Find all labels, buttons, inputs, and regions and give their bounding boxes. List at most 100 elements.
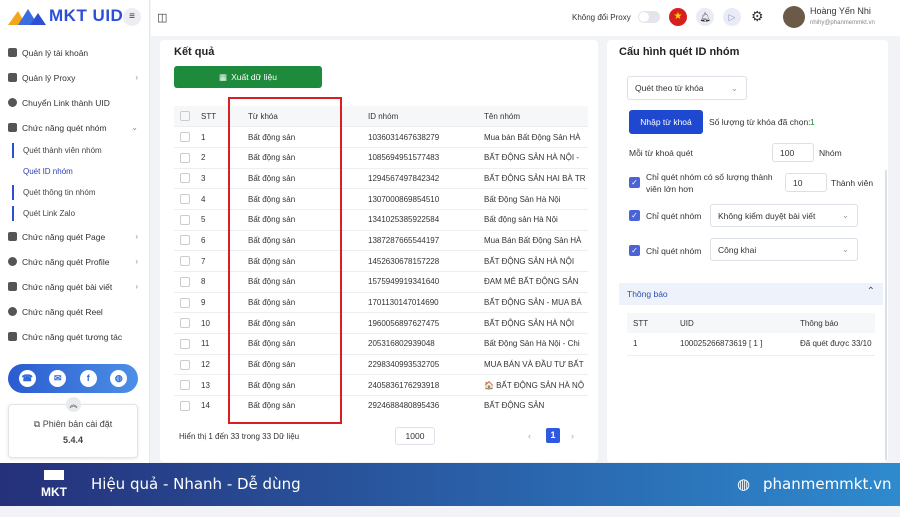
sidebar-subitem-group-members[interactable]: Quét thành viên nhóm	[0, 140, 150, 161]
sidebar-item-profile-scan[interactable]: Chức năng quét Profile ›	[0, 249, 150, 274]
sidebar-item-link-uid[interactable]: Chuyển Link thành UID	[0, 90, 150, 115]
sidebar-item-group-scan[interactable]: Chức năng quét nhóm ⌄	[0, 115, 150, 140]
cell-group-id: 1960056897627475	[362, 312, 478, 335]
bell-icon[interactable]: 🔔︎	[696, 8, 714, 26]
row-checkbox-cell[interactable]	[174, 292, 195, 314]
next-page-button[interactable]: ›	[571, 431, 574, 441]
page-size-input[interactable]: 1000	[395, 427, 435, 445]
notify-header[interactable]: Thông báo ⌃	[619, 283, 883, 305]
logo-text: MKT UID	[49, 6, 124, 25]
prev-page-button[interactable]: ‹	[528, 431, 531, 441]
messenger-icon[interactable]: ✉	[49, 370, 67, 387]
sidebar-item-proxy[interactable]: Quản lý Proxy ›	[0, 65, 150, 90]
cell-group-name: Bất Động Sản Hà Nội	[478, 188, 588, 210]
row-checkbox[interactable]	[180, 400, 190, 411]
row-checkbox-cell[interactable]	[174, 374, 195, 397]
proxy-toggle[interactable]	[638, 11, 660, 23]
cell-group-name: BẤT ĐỘNG SẢN HÀ NỘI	[478, 250, 588, 272]
play-icon[interactable]: ▷	[723, 8, 741, 26]
sidebar-item-reel-scan[interactable]: Chức năng quét Reel	[0, 299, 150, 324]
layout-toggle-icon[interactable]: ◫	[157, 11, 167, 24]
row-checkbox[interactable]	[180, 256, 190, 267]
group-icon	[8, 123, 17, 132]
cell-group-id: 1701130147014690	[362, 292, 478, 314]
privacy-filter-checkbox[interactable]: ✓	[629, 245, 640, 256]
min-members-checkbox[interactable]: ✓	[629, 177, 640, 188]
label: Chức năng quét Profile	[22, 256, 110, 267]
row-checkbox-cell[interactable]	[174, 395, 195, 416]
menu-toggle-button[interactable]: ≡	[123, 8, 141, 26]
row-checkbox-cell[interactable]	[174, 271, 195, 293]
chevron-up-icon: ⌃	[866, 286, 875, 297]
export-button[interactable]: ▦ Xuất dữ liệu	[174, 66, 322, 88]
sidebar-item-page-scan[interactable]: Chức năng quét Page ›	[0, 224, 150, 249]
privacy-filter-label: Chỉ quét nhóm	[646, 246, 702, 256]
post-icon	[8, 282, 17, 291]
row-checkbox[interactable]	[180, 318, 190, 329]
row-checkbox[interactable]	[180, 297, 190, 308]
cell-group-name: BẤT ĐỘNG SẢN	[478, 395, 588, 416]
sidebar-subitem-group-id[interactable]: Quét ID nhóm	[0, 161, 150, 182]
privacy-filter-select[interactable]: Công khai	[710, 238, 858, 261]
row-checkbox[interactable]	[180, 132, 190, 143]
chevron-up-icon[interactable]: ︽	[66, 397, 81, 412]
link-icon	[8, 98, 17, 107]
support-icon[interactable]: ☎	[18, 370, 36, 387]
chevron-right-icon: ›	[135, 232, 138, 241]
cell-group-name: MUA BÁN VÀ ĐẦU TƯ BẤT	[478, 354, 588, 376]
row-checkbox-cell[interactable]	[174, 168, 195, 190]
globe-icon[interactable]: ◍	[110, 370, 128, 387]
sidebar-item-accounts[interactable]: Quản lý tài khoản	[0, 40, 150, 65]
col-group-name[interactable]: Tên nhóm	[478, 106, 588, 128]
cell-group-name: 🏠 BẤT ĐỘNG SẢN HÀ NỘ	[478, 374, 588, 397]
footer-website[interactable]: phanmemmkt.vn	[763, 475, 892, 493]
row-checkbox[interactable]	[180, 338, 190, 349]
facebook-icon[interactable]: f	[79, 370, 97, 387]
cell-group-id: 2924688480895436	[362, 395, 478, 416]
sidebar-subitem-zalo-link[interactable]: Quét Link Zalo	[0, 203, 150, 224]
row-checkbox[interactable]	[180, 235, 190, 246]
import-keywords-button[interactable]: Nhập từ khoá	[629, 110, 703, 134]
row-checkbox[interactable]	[180, 380, 190, 391]
per-keyword-input[interactable]: 100	[772, 143, 814, 162]
notify-stt: 1	[633, 339, 638, 349]
gear-icon[interactable]: ⚙	[751, 8, 764, 25]
approval-filter-select[interactable]: Không kiểm duyệt bài viết	[710, 204, 858, 227]
row-checkbox-cell[interactable]	[174, 126, 195, 148]
cell-group-id: 2298340993532705	[362, 354, 478, 376]
min-members-input[interactable]: 10	[785, 173, 827, 192]
label: Chức năng quét nhóm	[22, 122, 107, 133]
row-checkbox-cell[interactable]	[174, 209, 195, 231]
globe-icon: ◍	[737, 476, 751, 493]
approval-filter-checkbox[interactable]: ✓	[629, 210, 640, 221]
sidebar-item-interaction-scan[interactable]: Chức năng quét tương tác	[0, 324, 150, 349]
row-checkbox-cell[interactable]	[174, 188, 195, 210]
scan-mode-select[interactable]: Quét theo từ khóa	[627, 76, 747, 100]
config-scrollbar[interactable]	[885, 170, 887, 460]
row-checkbox[interactable]	[180, 152, 190, 163]
row-checkbox[interactable]	[180, 359, 190, 370]
row-checkbox[interactable]	[180, 194, 190, 205]
notify-message: Đã quét được 33/10	[800, 339, 872, 349]
sidebar-subitem-group-info[interactable]: Quét thông tin nhóm	[0, 182, 150, 203]
row-checkbox-cell[interactable]	[174, 333, 195, 355]
vietnam-flag-icon[interactable]: ★	[669, 8, 687, 26]
interaction-icon	[8, 332, 17, 341]
avatar[interactable]	[783, 6, 805, 28]
sidebar-item-post-scan[interactable]: Chức năng quét bài viết ›	[0, 274, 150, 299]
row-checkbox-cell[interactable]	[174, 147, 195, 169]
row-checkbox[interactable]	[180, 276, 190, 287]
row-checkbox[interactable]	[180, 214, 190, 225]
cell-group-id: 2405836176293918	[362, 374, 478, 397]
select-all-checkbox[interactable]	[180, 111, 190, 122]
col-group-id[interactable]: ID nhóm	[362, 106, 478, 128]
cell-group-name: Mua bán Bất Động Sản HÀ	[478, 126, 588, 148]
col-message: Thông báo	[800, 318, 839, 328]
row-checkbox-cell[interactable]	[174, 230, 195, 252]
row-checkbox-cell[interactable]	[174, 354, 195, 376]
page-1-button[interactable]: 1	[546, 428, 560, 443]
row-checkbox[interactable]	[180, 173, 190, 184]
row-checkbox-cell[interactable]	[174, 250, 195, 272]
row-checkbox-cell[interactable]	[174, 312, 195, 335]
notify-row: 1 100025266873619 [ 1 ] Đã quét được 33/10	[627, 333, 875, 355]
